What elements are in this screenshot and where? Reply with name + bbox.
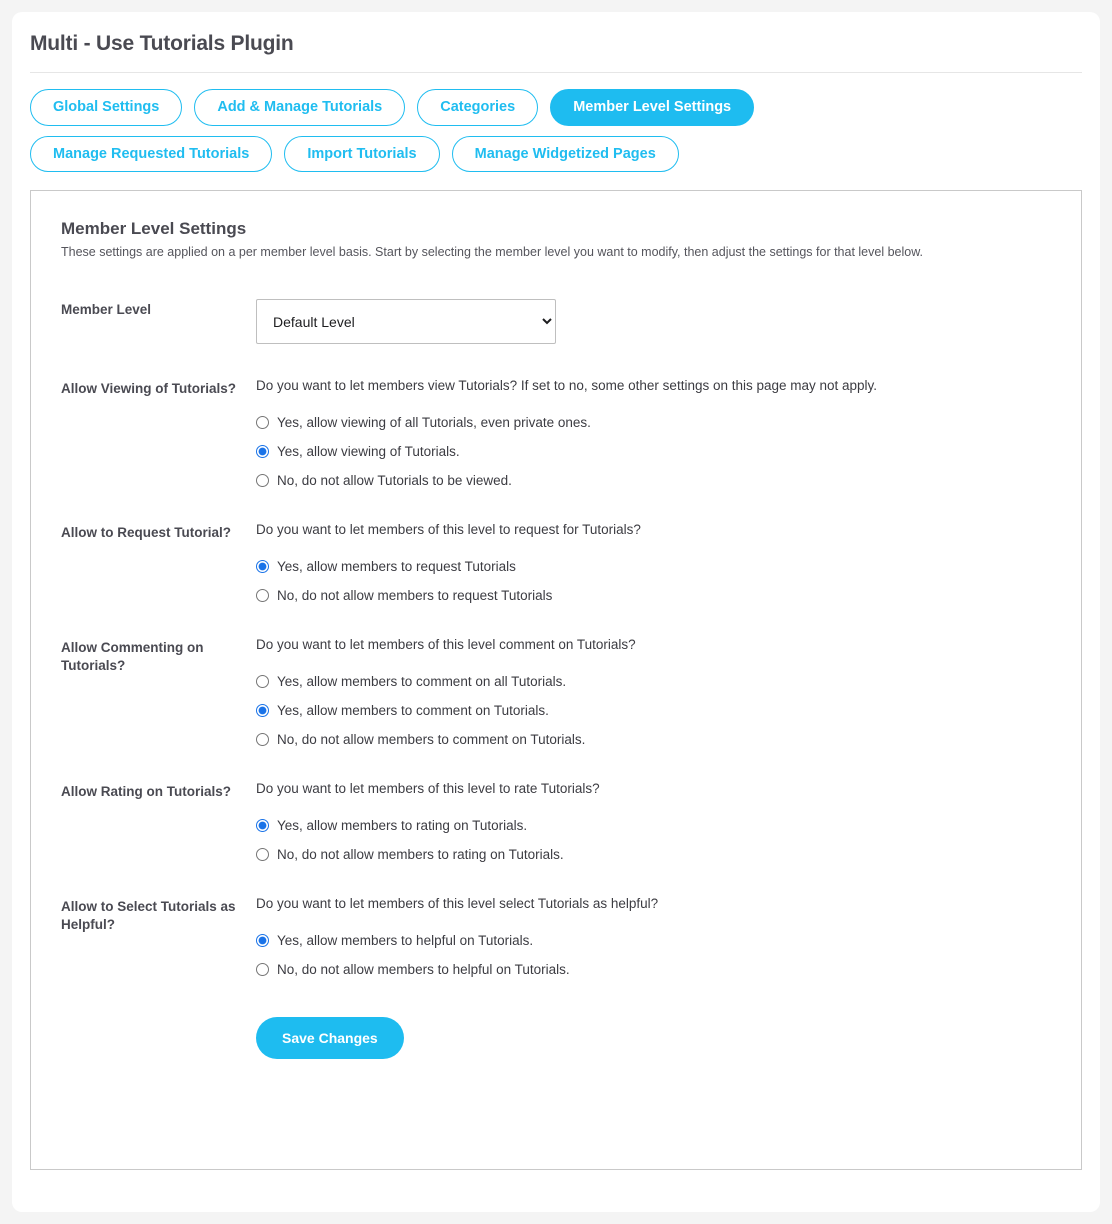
radio-label[interactable]: Yes, allow members to comment on Tutoria…: [277, 703, 549, 718]
radio-option[interactable]: No, do not allow Tutorials to be viewed.: [256, 473, 1051, 488]
radio-label[interactable]: Yes, allow members to helpful on Tutoria…: [277, 933, 533, 948]
radio-input[interactable]: [256, 934, 269, 947]
member-level-row: Member Level Default Level: [61, 299, 1051, 344]
setting-group-label: Allow Commenting on Tutorials?: [61, 640, 204, 674]
member-level-select[interactable]: Default Level: [256, 299, 556, 344]
radio-input[interactable]: [256, 704, 269, 717]
radio-input[interactable]: [256, 848, 269, 861]
settings-panel: Member Level Settings These settings are…: [30, 190, 1082, 1170]
tab-member-level-settings[interactable]: Member Level Settings: [550, 89, 755, 126]
radio-input[interactable]: [256, 445, 269, 458]
page-title: Multi - Use Tutorials Plugin: [30, 32, 294, 55]
radio-input[interactable]: [256, 416, 269, 429]
tab-global-settings[interactable]: Global Settings: [30, 89, 183, 126]
setting-group-body: Do you want to let members of this level…: [256, 781, 1051, 862]
setting-group: Allow to Request Tutorial? Do you want to…: [61, 522, 1051, 603]
radio-option[interactable]: Yes, allow members to request Tutorials: [256, 559, 1051, 574]
radio-option[interactable]: Yes, allow viewing of all Tutorials, eve…: [256, 415, 1051, 430]
radio-label[interactable]: No, do not allow Tutorials to be viewed.: [277, 473, 512, 488]
radio-option[interactable]: Yes, allow members to comment on all Tut…: [256, 674, 1051, 689]
radio-label[interactable]: No, do not allow members to rating on Tu…: [277, 847, 564, 862]
radio-label[interactable]: No, do not allow members to helpful on T…: [277, 962, 570, 977]
setting-group-body: Do you want to let members of this level…: [256, 637, 1051, 747]
setting-group-question: Do you want to let members of this level…: [256, 637, 636, 652]
tab-categories[interactable]: Categories: [417, 89, 539, 126]
setting-group-label: Allow Viewing of Tutorials?: [61, 381, 237, 396]
plugin-page-card: Multi - Use Tutorials Plugin Global Sett…: [12, 12, 1100, 1212]
member-level-body: Default Level: [256, 299, 1051, 344]
radio-input[interactable]: [256, 675, 269, 688]
setting-group: Allow Commenting on Tutorials? Do you wan…: [61, 637, 1051, 747]
section-title: Member Level Settings: [61, 219, 247, 238]
tab-manage-requested-tutorials[interactable]: Manage Requested Tutorials: [30, 135, 273, 172]
tab-manage-widgetized-pages[interactable]: Manage Widgetized Pages: [451, 135, 679, 172]
radio-input[interactable]: [256, 733, 269, 746]
radio-option[interactable]: No, do not allow members to rating on Tu…: [256, 847, 1051, 862]
radio-option[interactable]: Yes, allow members to helpful on Tutoria…: [256, 933, 1051, 948]
save-row: Save Changes: [61, 1017, 1051, 1059]
radio-input[interactable]: [256, 963, 269, 976]
setting-group-body: Do you want to let members of this level…: [256, 522, 1051, 603]
setting-group: Allow Viewing of Tutorials? Do you want t…: [61, 378, 1051, 488]
tab-bar: Global Settings Add & Manage Tutorials Cat…: [12, 73, 1022, 172]
radio-label[interactable]: No, do not allow members to comment on T…: [277, 732, 585, 747]
tab-import-tutorials[interactable]: Import Tutorials: [284, 135, 440, 172]
radio-label[interactable]: No, do not allow members to request Tuto…: [277, 588, 552, 603]
setting-group-question: Do you want to let members view Tutorial…: [256, 378, 878, 393]
radio-input[interactable]: [256, 560, 269, 573]
setting-group-body: Do you want to let members of this level…: [256, 896, 1051, 977]
radio-label[interactable]: Yes, allow viewing of all Tutorials, eve…: [277, 415, 591, 430]
save-changes-button[interactable]: Save Changes: [256, 1017, 404, 1059]
tab-add-manage-tutorials[interactable]: Add & Manage Tutorials: [194, 89, 406, 126]
radio-option[interactable]: Yes, allow viewing of Tutorials.: [256, 444, 1051, 459]
setting-group-label: Allow to Select Tutorials as Helpful?: [61, 899, 236, 933]
setting-group: Allow Rating on Tutorials? Do you want to…: [61, 781, 1051, 862]
radio-option[interactable]: No, do not allow members to comment on T…: [256, 732, 1051, 747]
radio-label[interactable]: Yes, allow members to rating on Tutorial…: [277, 818, 527, 833]
radio-label[interactable]: Yes, allow viewing of Tutorials.: [277, 444, 460, 459]
radio-option[interactable]: Yes, allow members to comment on Tutoria…: [256, 703, 1051, 718]
setting-group-question: Do you want to let members of this level…: [256, 522, 641, 537]
setting-group-question: Do you want to let members of this level…: [256, 781, 600, 796]
radio-option[interactable]: Yes, allow members to rating on Tutorial…: [256, 818, 1051, 833]
radio-option[interactable]: No, do not allow members to helpful on T…: [256, 962, 1051, 977]
setting-group-body: Do you want to let members view Tutorial…: [256, 378, 1051, 488]
radio-label[interactable]: Yes, allow members to comment on all Tut…: [277, 674, 566, 689]
radio-label[interactable]: Yes, allow members to request Tutorials: [277, 559, 516, 574]
settings-groups: Allow Viewing of Tutorials? Do you want t…: [61, 378, 1051, 977]
radio-input[interactable]: [256, 589, 269, 602]
setting-group-label: Allow Rating on Tutorials?: [61, 784, 231, 799]
setting-group-label: Allow to Request Tutorial?: [61, 525, 231, 540]
radio-input[interactable]: [256, 819, 269, 832]
setting-group-question: Do you want to let members of this level…: [256, 896, 659, 911]
member-level-label: Member Level: [61, 302, 152, 317]
radio-input[interactable]: [256, 474, 269, 487]
section-description: These settings are applied on a per memb…: [61, 245, 924, 259]
setting-group: Allow to Select Tutorials as Helpful? Do …: [61, 896, 1051, 977]
radio-option[interactable]: No, do not allow members to request Tuto…: [256, 588, 1051, 603]
